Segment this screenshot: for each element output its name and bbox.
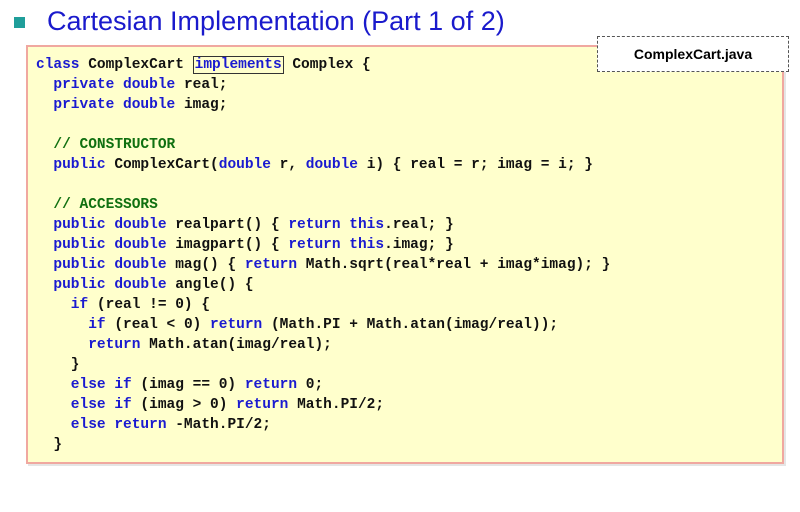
code-text: (imag == 0) <box>140 377 245 393</box>
code-keyword: double <box>218 157 280 173</box>
code-text: real; <box>183 77 228 93</box>
code-keyword: return this <box>288 237 385 253</box>
code-keyword: if <box>36 317 115 333</box>
code-text: (imag > 0) <box>140 397 237 413</box>
code-keyword: public double <box>36 257 176 273</box>
code-keyword: double <box>305 157 367 173</box>
code-text: mag() { <box>175 257 245 273</box>
code-text: ComplexCart <box>88 57 193 73</box>
code-line: public ComplexCart(double r, double i) {… <box>36 155 610 175</box>
code-text: Complex { <box>283 57 371 73</box>
title-bullet <box>14 17 25 28</box>
code-line: return Math.atan(imag/real); <box>36 335 610 355</box>
code-keyword: else if <box>36 397 141 413</box>
code-text: } <box>36 437 63 453</box>
code-keyword: implements <box>192 56 284 74</box>
code-text: imag; <box>183 97 228 113</box>
code-keyword: public <box>36 157 115 173</box>
code-line: public double angle() { <box>36 275 610 295</box>
code-line: // ACCESSORS <box>36 195 610 215</box>
code-text: .imag; } <box>384 237 454 253</box>
code-line: public double imagpart() { return this.i… <box>36 235 610 255</box>
code-text: (real < 0) <box>114 317 211 333</box>
code-text: i) { real = r; imag = i; } <box>366 157 593 173</box>
code-text: (Math.PI + Math.atan(imag/real)); <box>270 317 559 333</box>
code-text: 0; <box>305 377 324 393</box>
code-line: public double realpart() { return this.r… <box>36 215 610 235</box>
code-text: r, <box>279 157 306 173</box>
code-keyword: private double <box>36 97 184 113</box>
code-text: } <box>36 357 80 373</box>
code-keyword: public double <box>36 237 176 253</box>
code-text: ComplexCart( <box>114 157 219 173</box>
code-line: private double imag; <box>36 95 610 115</box>
filename-label: ComplexCart.java <box>597 36 789 72</box>
code-line: if (real != 0) { <box>36 295 610 315</box>
code-line: else return -Math.PI/2; <box>36 415 610 435</box>
code-text: Math.atan(imag/real); <box>149 337 332 353</box>
code-keyword: return <box>236 397 298 413</box>
code-text: imagpart() { <box>175 237 289 253</box>
code-keyword: public double <box>36 217 176 233</box>
code-keyword: if <box>36 297 97 313</box>
code-text: Math.PI/2; <box>297 397 385 413</box>
code-line: } <box>36 435 610 455</box>
code-keyword: return <box>36 337 150 353</box>
code-comment: // CONSTRUCTOR <box>36 137 176 153</box>
code-text: (real != 0) { <box>96 297 211 313</box>
code-line: // CONSTRUCTOR <box>36 135 610 155</box>
code-keyword: class <box>36 57 89 73</box>
page-title: Cartesian Implementation (Part 1 of 2) <box>47 6 505 36</box>
code-line: } <box>36 355 610 375</box>
code-keyword: else if <box>36 377 141 393</box>
code-line: if (real < 0) return (Math.PI + Math.ata… <box>36 315 610 335</box>
code-keyword: return <box>244 377 306 393</box>
code-line: private double real; <box>36 75 610 95</box>
code-keyword: public double <box>36 277 176 293</box>
code-text: -Math.PI/2; <box>175 417 271 433</box>
code-keyword: return <box>210 317 271 333</box>
code-line: else if (imag > 0) return Math.PI/2; <box>36 395 610 415</box>
code-keyword: else return <box>36 417 176 433</box>
code-block: class ComplexCart implements Complex { p… <box>36 55 610 455</box>
code-text: Math.sqrt(real*real + imag*imag); } <box>305 257 611 273</box>
code-keyword: return <box>244 257 306 273</box>
code-comment: // ACCESSORS <box>36 197 158 213</box>
code-text: realpart() { <box>175 217 289 233</box>
code-text: angle() { <box>175 277 254 293</box>
code-line: public double mag() { return Math.sqrt(r… <box>36 255 610 275</box>
code-line: else if (imag == 0) return 0; <box>36 375 610 395</box>
code-text: .real; } <box>384 217 454 233</box>
code-line: class ComplexCart implements Complex { <box>36 55 610 75</box>
code-keyword: return this <box>288 217 385 233</box>
code-keyword: private double <box>36 77 184 93</box>
